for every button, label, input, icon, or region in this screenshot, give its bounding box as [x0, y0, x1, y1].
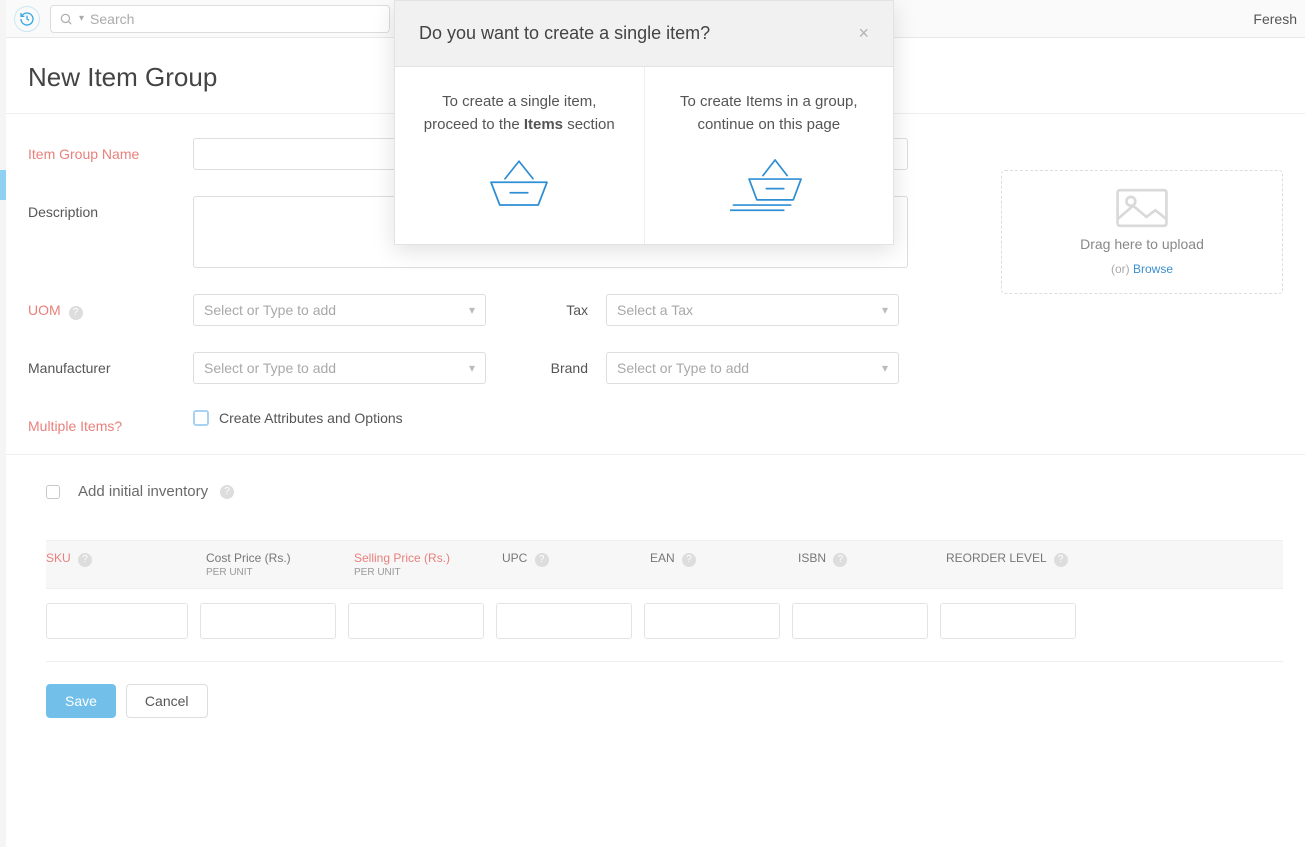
items-table: SKU ? Cost Price (Rs.) PER UNIT Selling …	[46, 540, 1283, 662]
col-cost-price: Cost Price (Rs.) PER UNIT	[194, 551, 342, 578]
search-icon	[59, 12, 73, 26]
checkbox-create-attributes[interactable]	[193, 410, 209, 426]
row-manufacturer-brand: Manufacturer Select or Type to add ▾ Bra…	[28, 352, 1283, 384]
chevron-down-icon: ▾	[469, 303, 475, 317]
search-input[interactable]	[90, 11, 381, 27]
label-brand: Brand	[546, 360, 606, 376]
modal-option-text: To create a single item, proceed to the …	[415, 91, 624, 136]
chevron-down-icon: ▾	[882, 361, 888, 375]
modal-close-button[interactable]: ×	[858, 23, 869, 44]
col-ean: EAN ?	[638, 551, 786, 578]
image-placeholder-icon	[1114, 188, 1170, 228]
input-reorder-level[interactable]	[940, 603, 1076, 639]
label-item-group-name: Item Group Name	[28, 138, 193, 162]
save-button[interactable]: Save	[46, 684, 116, 718]
select-uom[interactable]: Select or Type to add ▾	[193, 294, 486, 326]
help-icon[interactable]: ?	[682, 553, 696, 567]
app-logo[interactable]	[14, 6, 40, 32]
modal-option-text: To create Items in a group, continue on …	[665, 91, 874, 136]
col-upc: UPC ?	[490, 551, 638, 578]
col-reorder-level: REORDER LEVEL ?	[934, 551, 1094, 578]
image-upload-dropzone[interactable]: Drag here to upload (or) Browse	[1001, 170, 1283, 294]
help-icon[interactable]: ?	[833, 553, 847, 567]
upload-or-text: (or)	[1111, 262, 1133, 276]
modal-title: Do you want to create a single item?	[419, 23, 710, 44]
select-tax[interactable]: Select a Tax ▾	[606, 294, 899, 326]
basket-group-icon	[730, 156, 808, 216]
search-scope-caret[interactable]: ▾	[79, 13, 84, 24]
table-header: SKU ? Cost Price (Rs.) PER UNIT Selling …	[46, 540, 1283, 589]
input-sku[interactable]	[46, 603, 188, 639]
chevron-down-icon: ▾	[469, 361, 475, 375]
row-uom-tax: UOM ? Select or Type to add ▾ Tax Select…	[28, 294, 1283, 326]
help-icon[interactable]: ?	[535, 553, 549, 567]
col-isbn: ISBN ?	[786, 551, 934, 578]
form-actions: Save Cancel	[46, 662, 1283, 740]
row-multiple-items: Multiple Items? Create Attributes and Op…	[28, 410, 1283, 434]
label-tax: Tax	[546, 302, 606, 318]
help-icon[interactable]: ?	[1054, 553, 1068, 567]
global-search[interactable]: ▾	[50, 5, 390, 33]
input-isbn[interactable]	[792, 603, 928, 639]
label-manufacturer: Manufacturer	[28, 352, 193, 376]
col-selling-price: Selling Price (Rs.) PER UNIT	[342, 551, 490, 578]
modal-body: To create a single item, proceed to the …	[395, 67, 893, 244]
chevron-down-icon: ▾	[882, 303, 888, 317]
select-manufacturer[interactable]: Select or Type to add ▾	[193, 352, 486, 384]
history-icon	[19, 11, 35, 27]
col-sku: SKU ?	[46, 551, 194, 578]
input-cost-price[interactable]	[200, 603, 336, 639]
modal-option-single-item[interactable]: To create a single item, proceed to the …	[395, 67, 644, 244]
label-add-initial-inventory: Add initial inventory	[78, 483, 208, 500]
input-upc[interactable]	[496, 603, 632, 639]
lower-section: Add initial inventory ? SKU ? Cost Price…	[6, 454, 1305, 740]
input-ean[interactable]	[644, 603, 780, 639]
input-selling-price[interactable]	[348, 603, 484, 639]
upload-drag-text: Drag here to upload	[1080, 236, 1204, 252]
select-brand[interactable]: Select or Type to add ▾	[606, 352, 899, 384]
create-item-modal: Do you want to create a single item? × T…	[394, 0, 894, 245]
close-icon: ×	[858, 23, 869, 43]
basket-icon	[484, 156, 554, 212]
label-create-attributes: Create Attributes and Options	[219, 410, 403, 426]
label-uom: UOM ?	[28, 294, 193, 320]
modal-header: Do you want to create a single item? ×	[395, 1, 893, 67]
user-menu[interactable]: Feresh	[1253, 11, 1297, 27]
help-icon[interactable]: ?	[78, 553, 92, 567]
table-row	[46, 589, 1283, 662]
label-multiple-items: Multiple Items?	[28, 410, 193, 434]
row-add-initial-inventory: Add initial inventory ?	[46, 483, 1283, 500]
label-description: Description	[28, 196, 193, 220]
modal-option-item-group[interactable]: To create Items in a group, continue on …	[644, 67, 894, 244]
cancel-button[interactable]: Cancel	[126, 684, 208, 718]
help-icon[interactable]: ?	[69, 306, 83, 320]
checkbox-add-initial-inventory[interactable]	[46, 485, 60, 499]
help-icon[interactable]: ?	[220, 485, 234, 499]
upload-browse-link[interactable]: Browse	[1133, 262, 1173, 276]
